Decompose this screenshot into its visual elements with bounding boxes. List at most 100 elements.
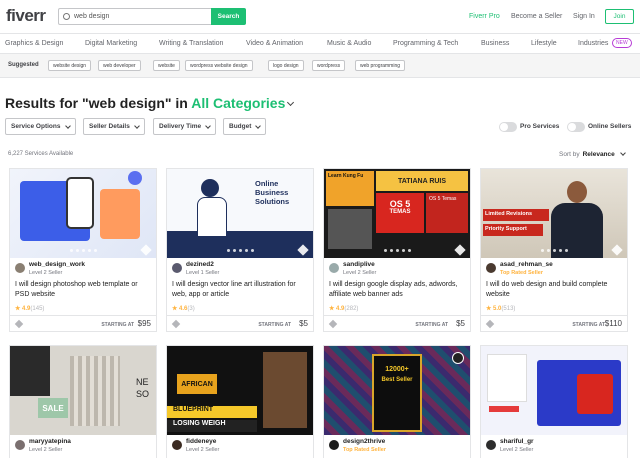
gig-thumbnail[interactable] bbox=[10, 169, 156, 258]
all-categories-link[interactable]: All Categories bbox=[191, 95, 285, 111]
gig-thumbnail[interactable]: SALE NE SO bbox=[10, 346, 156, 435]
category-programming[interactable]: Programming & Tech bbox=[393, 40, 458, 47]
gig-card[interactable]: 12000+ Best Seller design2thrive Top Rate… bbox=[323, 345, 471, 458]
gig-price[interactable]: $5 bbox=[456, 319, 465, 328]
seller-name[interactable]: web_design_work bbox=[29, 261, 85, 268]
gig-thumbnail[interactable] bbox=[481, 346, 627, 435]
heart-icon[interactable] bbox=[454, 244, 466, 256]
category-graphics[interactable]: Graphics & Design bbox=[5, 40, 63, 47]
banner-photo bbox=[328, 209, 372, 249]
seller-name[interactable]: maryyatepina bbox=[29, 438, 71, 445]
play-icon[interactable] bbox=[452, 352, 464, 364]
category-industries[interactable]: Industries bbox=[578, 40, 608, 47]
services-count: 6,227 Services Available bbox=[8, 151, 74, 157]
category-lifestyle[interactable]: Lifestyle bbox=[531, 40, 557, 47]
search-input[interactable]: web design bbox=[58, 8, 212, 25]
seller-level: Top Rated Seller bbox=[500, 270, 543, 276]
heart-icon[interactable] bbox=[611, 244, 623, 256]
filter-service-options[interactable]: Service Options bbox=[5, 118, 76, 135]
gig-title[interactable]: I will design vector line art illustrati… bbox=[172, 280, 310, 299]
carousel-dots[interactable] bbox=[167, 249, 313, 252]
gig-title[interactable]: I will design photoshop web template or … bbox=[15, 280, 153, 299]
category-video[interactable]: Video & Animation bbox=[246, 40, 303, 47]
gig-card[interactable]: shariful_gr Level 2 Seller bbox=[480, 345, 628, 458]
join-button[interactable]: Join bbox=[605, 9, 634, 24]
gig-card[interactable]: AFRICAN BLUEPRINT LOSING WEIGH fiddeneye… bbox=[166, 345, 314, 458]
suggested-tag[interactable]: wordpress bbox=[312, 60, 346, 71]
avatar[interactable] bbox=[486, 440, 496, 450]
suggested-tag[interactable]: logo design bbox=[268, 60, 304, 71]
sign-in-link[interactable]: Sign In bbox=[573, 13, 595, 20]
search-button[interactable]: Search bbox=[211, 8, 246, 25]
sort-dropdown[interactable]: Sort by Relevance bbox=[559, 150, 626, 158]
become-seller-link[interactable]: Become a Seller bbox=[511, 13, 562, 20]
avatar[interactable] bbox=[172, 263, 182, 273]
heart-icon[interactable] bbox=[328, 319, 338, 329]
category-digital-marketing[interactable]: Digital Marketing bbox=[85, 40, 137, 47]
gig-card[interactable]: web_design_work Level 2 Seller I will de… bbox=[9, 168, 157, 332]
rating-count: (282) bbox=[344, 306, 359, 312]
category-music[interactable]: Music & Audio bbox=[327, 40, 371, 47]
seller-name[interactable]: shariful_gr bbox=[500, 438, 534, 445]
avatar[interactable] bbox=[15, 440, 25, 450]
gig-title[interactable]: I will do web design and build complete … bbox=[486, 280, 624, 299]
filter-seller-details[interactable]: Seller Details bbox=[83, 118, 145, 135]
gig-card[interactable]: Limited Revisions Priority Support asad_… bbox=[480, 168, 628, 332]
gig-thumbnail[interactable]: Online Business Solutions bbox=[167, 169, 313, 258]
seller-name[interactable]: sandiplive bbox=[343, 261, 375, 268]
chevron-down-icon[interactable] bbox=[287, 98, 295, 107]
thumb-revisions: Limited Revisions bbox=[483, 209, 549, 221]
heart-icon[interactable] bbox=[140, 244, 152, 256]
gig-price[interactable]: $5 bbox=[299, 319, 308, 328]
avatar[interactable] bbox=[486, 263, 496, 273]
gig-title[interactable]: I will design google display ads, adword… bbox=[329, 280, 467, 299]
new-badge: NEW bbox=[612, 38, 632, 48]
gig-card[interactable]: Learn Kung Fu TATIANA RUIS OS 5 TEMAS OS … bbox=[323, 168, 471, 332]
gig-thumbnail[interactable]: Limited Revisions Priority Support bbox=[481, 169, 627, 258]
seller-name[interactable]: asad_rehman_se bbox=[500, 261, 553, 268]
gig-thumbnail[interactable]: Learn Kung Fu TATIANA RUIS OS 5 TEMAS OS … bbox=[324, 169, 470, 258]
gig-thumbnail[interactable]: 12000+ Best Seller bbox=[324, 346, 470, 435]
suggested-tag[interactable]: wordpress website design bbox=[185, 60, 253, 71]
carousel-dots[interactable] bbox=[481, 249, 627, 252]
gig-card[interactable]: SALE NE SO maryyatepina Level 2 Seller bbox=[9, 345, 157, 458]
filter-label: Service Options bbox=[11, 123, 61, 130]
carousel-dots[interactable] bbox=[10, 249, 156, 252]
suggested-tag[interactable]: website bbox=[153, 60, 180, 71]
thumb-headline: Online Business Solutions bbox=[255, 179, 290, 206]
suggested-tag[interactable]: website design bbox=[48, 60, 92, 71]
avatar[interactable] bbox=[172, 440, 182, 450]
seller-name[interactable]: design2thrive bbox=[343, 438, 385, 445]
gig-card[interactable]: Online Business Solutions dezined2 Level … bbox=[166, 168, 314, 332]
category-business[interactable]: Business bbox=[481, 40, 509, 47]
suggested-tag[interactable]: web programming bbox=[355, 60, 406, 71]
gig-price[interactable]: $95 bbox=[138, 319, 151, 328]
gig-rating: ★ 5.0(513) bbox=[486, 306, 516, 312]
avatar[interactable] bbox=[329, 440, 339, 450]
online-sellers-toggle[interactable] bbox=[567, 122, 585, 132]
fiverr-logo[interactable]: fiverr bbox=[6, 6, 46, 26]
seller-level: Top Rated Seller bbox=[343, 447, 386, 453]
heart-icon[interactable] bbox=[14, 319, 24, 329]
heart-icon[interactable] bbox=[485, 319, 495, 329]
gig-price[interactable]: $110 bbox=[605, 319, 622, 328]
category-writing[interactable]: Writing & Translation bbox=[159, 40, 223, 47]
fiverr-pro-link[interactable]: Fiverr Pro bbox=[469, 13, 500, 20]
avatar[interactable] bbox=[329, 263, 339, 273]
chevron-down-icon bbox=[64, 122, 71, 129]
thumb-letters: NE SO bbox=[136, 377, 150, 399]
avatar[interactable] bbox=[15, 263, 25, 273]
pro-services-toggle[interactable] bbox=[499, 122, 517, 132]
carousel-dots[interactable] bbox=[324, 249, 470, 252]
decor-circle bbox=[128, 171, 142, 185]
gig-thumbnail[interactable]: AFRICAN BLUEPRINT LOSING WEIGH bbox=[167, 346, 313, 435]
filter-delivery-time[interactable]: Delivery Time bbox=[153, 118, 217, 135]
seller-name[interactable]: fiddeneye bbox=[186, 438, 216, 445]
heart-icon[interactable] bbox=[171, 319, 181, 329]
filter-budget[interactable]: Budget bbox=[223, 118, 267, 135]
pro-services-label: Pro Services bbox=[520, 123, 560, 130]
suggested-tag[interactable]: web developer bbox=[98, 60, 141, 71]
seller-name[interactable]: dezined2 bbox=[186, 261, 214, 268]
banner-os5: OS 5 TEMAS bbox=[376, 193, 424, 233]
chevron-down-icon bbox=[133, 122, 140, 129]
